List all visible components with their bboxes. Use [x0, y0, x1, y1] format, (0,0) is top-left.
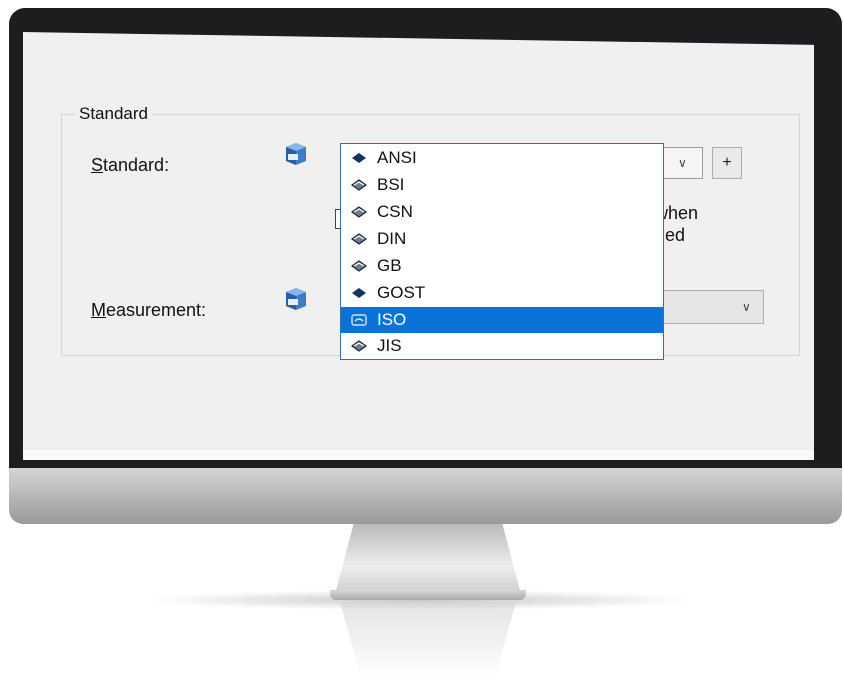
dropdown-item-jis[interactable]: JIS: [341, 333, 663, 359]
book-icon-open: [351, 314, 367, 326]
stand-reflection: [340, 602, 516, 678]
dropdown-item-label: GOST: [377, 283, 426, 302]
book-icon-outline: [350, 179, 368, 191]
standard-label-accel: S: [91, 155, 104, 175]
standard-label-rest: tandard:: [103, 155, 170, 175]
dropdown-item-label: CSN: [377, 202, 413, 221]
standard-label: Standard:: [91, 155, 169, 176]
dropdown-item-label: GB: [377, 256, 402, 275]
dropdown-item-label: JIS: [377, 336, 402, 355]
chevron-down-icon: ∨: [678, 156, 687, 170]
standard-combo-arrow[interactable]: ∨: [663, 147, 703, 179]
monitor-stand-base: [330, 590, 526, 600]
group-title: Standard: [75, 104, 152, 124]
book-icon-filled: [352, 288, 366, 298]
measurement-label: Measurement:: [91, 300, 206, 321]
dropdown-item-gost[interactable]: GOST: [341, 280, 663, 306]
screen: Standard Standard: ∨ + when ged Measurem…: [23, 32, 814, 460]
dropdown-item-din[interactable]: DIN: [341, 226, 663, 252]
monitor-stand: [335, 524, 521, 594]
dropdown-item-label: DIN: [377, 229, 407, 248]
dropdown-item-iso[interactable]: ISO: [341, 307, 663, 333]
book-icon-outline: [350, 340, 368, 352]
dropdown-item-label: ISO: [377, 310, 407, 329]
standard-dropdown-list[interactable]: ANSI BSI CSN DIN GB GOST ISO JIS: [340, 143, 664, 360]
book-icon-outline: [350, 260, 368, 272]
dropdown-item-label: ANSI: [377, 148, 417, 167]
dropdown-item-csn[interactable]: CSN: [341, 199, 663, 225]
dropdown-item-label: BSI: [377, 175, 405, 194]
monitor-chin: [9, 468, 842, 524]
book-icon-outline: [350, 233, 368, 245]
add-standard-button[interactable]: +: [712, 147, 742, 179]
book-icon-outline: [350, 206, 368, 218]
screen-bottom-strip: [23, 450, 814, 460]
book-icon-filled: [352, 153, 366, 163]
chevron-down-icon: ∨: [742, 300, 751, 314]
dropdown-item-ansi[interactable]: ANSI: [341, 145, 663, 171]
standard-app-icon[interactable]: [285, 142, 307, 166]
dropdown-item-gb[interactable]: GB: [341, 253, 663, 279]
dropdown-item-bsi[interactable]: BSI: [341, 172, 663, 198]
measurement-label-rest: easurement:: [106, 300, 207, 320]
measurement-label-accel: M: [91, 300, 106, 320]
measurement-app-icon[interactable]: [285, 287, 307, 311]
